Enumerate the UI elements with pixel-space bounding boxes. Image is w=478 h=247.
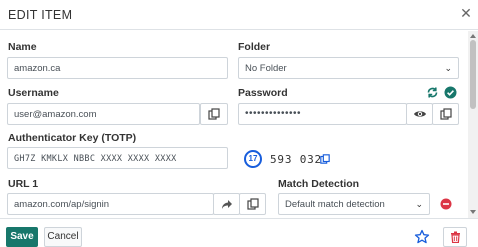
trash-icon — [450, 231, 460, 243]
scrollbar-thumb[interactable] — [470, 40, 476, 109]
remove-url-icon[interactable] — [440, 198, 452, 210]
url-input[interactable]: amazon.com/ap/signin — [7, 193, 214, 215]
folder-select[interactable]: No Folder ⌄ — [238, 57, 459, 79]
scroll-down-icon[interactable] — [470, 210, 476, 214]
close-icon[interactable]: ✕ — [459, 5, 473, 21]
folder-select-value: No Folder — [245, 63, 287, 74]
match-detection-select[interactable]: Default match detection ⌄ — [278, 193, 430, 215]
password-label: Password — [238, 87, 288, 99]
generate-password-icon[interactable] — [426, 86, 439, 99]
edit-item-dialog: EDIT ITEM ✕ Name amazon.ca Folder No Fol… — [0, 0, 478, 247]
copy-icon — [439, 108, 452, 120]
delete-button[interactable] — [443, 227, 467, 247]
check-password-icon[interactable] — [444, 86, 457, 99]
eye-icon — [413, 111, 426, 117]
totp-code: 593 032 — [270, 153, 322, 166]
cancel-button[interactable]: Cancel — [44, 227, 82, 247]
copy-icon — [208, 108, 220, 120]
copy-password-button[interactable] — [432, 103, 459, 125]
name-label: Name — [8, 41, 37, 53]
copy-username-button[interactable] — [200, 103, 228, 125]
totp-input[interactable]: GH7Z KMKLX NBBC XXXX XXXX XXXX — [7, 147, 228, 169]
copy-icon — [246, 198, 259, 210]
favorite-star-icon[interactable] — [414, 229, 430, 245]
chevron-down-icon: ⌄ — [415, 199, 423, 209]
scrollbar[interactable] — [468, 31, 478, 218]
launch-url-button[interactable] — [213, 193, 240, 215]
scroll-up-icon[interactable] — [470, 34, 476, 38]
copy-totp-icon[interactable] — [320, 154, 330, 164]
username-input[interactable]: user@amazon.com — [7, 103, 200, 125]
name-input[interactable]: amazon.ca — [7, 57, 228, 79]
dialog-body: Name amazon.ca Folder No Folder ⌄ Userna… — [0, 31, 468, 218]
match-detection-label: Match Detection — [278, 178, 360, 190]
username-label: Username — [8, 87, 59, 99]
toggle-visibility-button[interactable] — [406, 103, 433, 125]
dialog-title: EDIT ITEM — [8, 8, 73, 22]
folder-label: Folder — [238, 41, 271, 53]
password-input[interactable]: •••••••••••••• — [238, 103, 407, 125]
match-detection-value: Default match detection — [285, 199, 385, 210]
dialog-header: EDIT ITEM ✕ — [0, 0, 478, 30]
share-icon — [221, 199, 232, 209]
totp-label: Authenticator Key (TOTP) — [8, 132, 137, 144]
url-label: URL 1 — [8, 178, 39, 190]
totp-countdown: 17 — [244, 150, 262, 168]
dialog-footer: Save Cancel — [0, 218, 478, 247]
copy-url-button[interactable] — [239, 193, 266, 215]
save-button[interactable]: Save — [6, 227, 38, 247]
chevron-down-icon: ⌄ — [444, 63, 452, 73]
